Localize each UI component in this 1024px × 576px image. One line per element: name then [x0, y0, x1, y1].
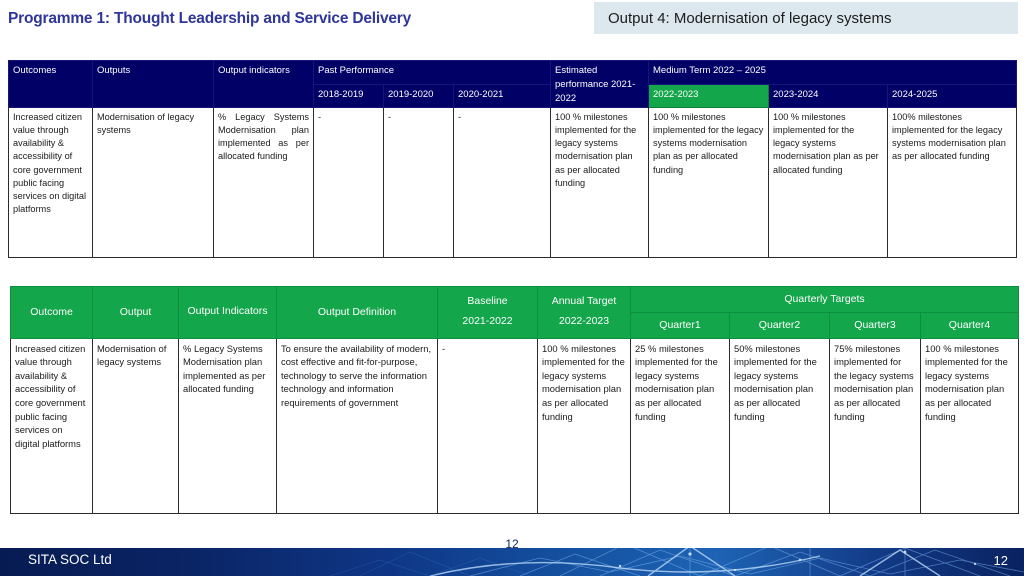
mtef-cell-2019-2020: -	[383, 107, 454, 259]
apr-col-output: Output	[92, 286, 179, 339]
mtef-cell-output: Modernisation of legacy systems	[92, 107, 214, 259]
mtef-header-row-1: Outcomes Outputs Output indicators Past …	[8, 59, 1018, 109]
apr-cell-annual-target: 100 % milestones implemented for the leg…	[537, 337, 631, 514]
table-row: Increased citizen value through availabi…	[10, 337, 1020, 514]
apr-annual-target-label: Annual Target	[551, 295, 617, 308]
mtef-group-medium-term: Medium Term 2022 – 2025	[648, 60, 1018, 85]
page-title: Programme 1: Thought Leadership and Serv…	[8, 10, 412, 27]
footer-organisation-label: SITA SOC Ltd	[28, 552, 112, 567]
output-banner-label: Output 4: Modernisation of legacy system…	[608, 9, 892, 27]
mtef-group-past-performance: Past Performance	[312, 60, 552, 85]
apr-col-quarter3: Quarter3	[829, 311, 921, 339]
mtef-cell-estimated-2021-2022: 100 % milestones implemented for the leg…	[550, 107, 650, 259]
mtef-col-estimated-performance: Estimated performance 2021-2022	[550, 59, 650, 109]
apr-col-quarter1: Quarter1	[630, 311, 730, 339]
mtef-col-2020-2021: 2020-2021	[452, 83, 552, 109]
footer-banner	[0, 548, 1024, 576]
apr-col-annual-target: Annual Target 2022-2023	[537, 286, 631, 339]
apr-annual-target-year: 2022-2023	[558, 315, 610, 328]
apr-col-output-definition: Output Definition	[276, 286, 438, 339]
mtef-cell-output-indicator: % Legacy Systems Modernisation plan impl…	[213, 107, 314, 259]
apr-baseline-year: 2021-2022	[462, 315, 513, 328]
mtef-col-outputs: Outputs	[92, 59, 214, 109]
apr-col-baseline: Baseline 2021-2022	[437, 286, 538, 339]
mtef-col-2023-2024: 2023-2024	[768, 83, 889, 109]
apr-cell-quarter1: 25 % milestones implemented for the lega…	[630, 337, 730, 514]
mtef-col-2024-2025: 2024-2025	[887, 83, 1018, 109]
apr-cell-quarter3: 75% milestones implemented for the legac…	[829, 337, 921, 514]
mtef-table: Outcomes Outputs Output indicators Past …	[8, 59, 1018, 259]
mtef-cell-2024-2025: 100% milestones implemented for the lega…	[887, 107, 1018, 259]
table-row: Increased citizen value through availabi…	[8, 107, 1018, 259]
mtef-cell-outcome: Increased citizen value through availabi…	[8, 107, 93, 259]
mtef-col-2019-2020: 2019-2020	[383, 83, 454, 109]
apr-cell-output-definition: To ensure the availability of modern, co…	[276, 337, 438, 514]
mtef-cell-2020-2021: -	[452, 107, 552, 259]
mtef-cell-2023-2024: 100 % milestones implemented for the leg…	[768, 107, 889, 259]
mtef-cell-2022-2023: 100 % milestones implemented for the leg…	[648, 107, 770, 259]
apr-baseline-label: Baseline	[467, 295, 508, 308]
apr-cell-output: Modernisation of legacy systems	[92, 337, 179, 514]
mtef-col-2022-2023-highlighted: 2022-2023	[648, 83, 770, 109]
apr-col-outcome: Outcome	[10, 286, 93, 339]
mtef-cell-2018-2019: -	[313, 107, 384, 259]
apr-cell-outcome: Increased citizen value through availabi…	[10, 337, 93, 514]
apr-group-quarterly-targets: Quarterly Targets	[629, 286, 1020, 313]
mtef-col-outcomes: Outcomes	[8, 59, 93, 109]
apr-cell-baseline: -	[437, 337, 538, 514]
apr-cell-quarter4: 100 % milestones implemented for the leg…	[919, 337, 1020, 514]
mtef-col-2018-2019: 2018-2019	[313, 83, 384, 109]
apr-cell-output-indicator: % Legacy Systems Modernisation plan impl…	[178, 337, 277, 514]
output-banner: Output 4: Modernisation of legacy system…	[594, 2, 1018, 34]
apr-header-row-1: Outcome Output Output Indicators Output …	[10, 286, 1020, 339]
footer-slide-number: 12	[993, 553, 1008, 568]
apr-cell-quarter2: 50% milestones implemented for the legac…	[729, 337, 830, 514]
network-graphic	[329, 548, 1024, 576]
apr-col-quarter4: Quarter4	[919, 311, 1020, 339]
annual-performance-table: Outcome Output Output Indicators Output …	[10, 286, 1020, 514]
mtef-col-output-indicators: Output indicators	[213, 59, 314, 109]
apr-col-quarter2: Quarter2	[729, 311, 830, 339]
apr-col-output-indicators: Output Indicators	[178, 286, 277, 339]
